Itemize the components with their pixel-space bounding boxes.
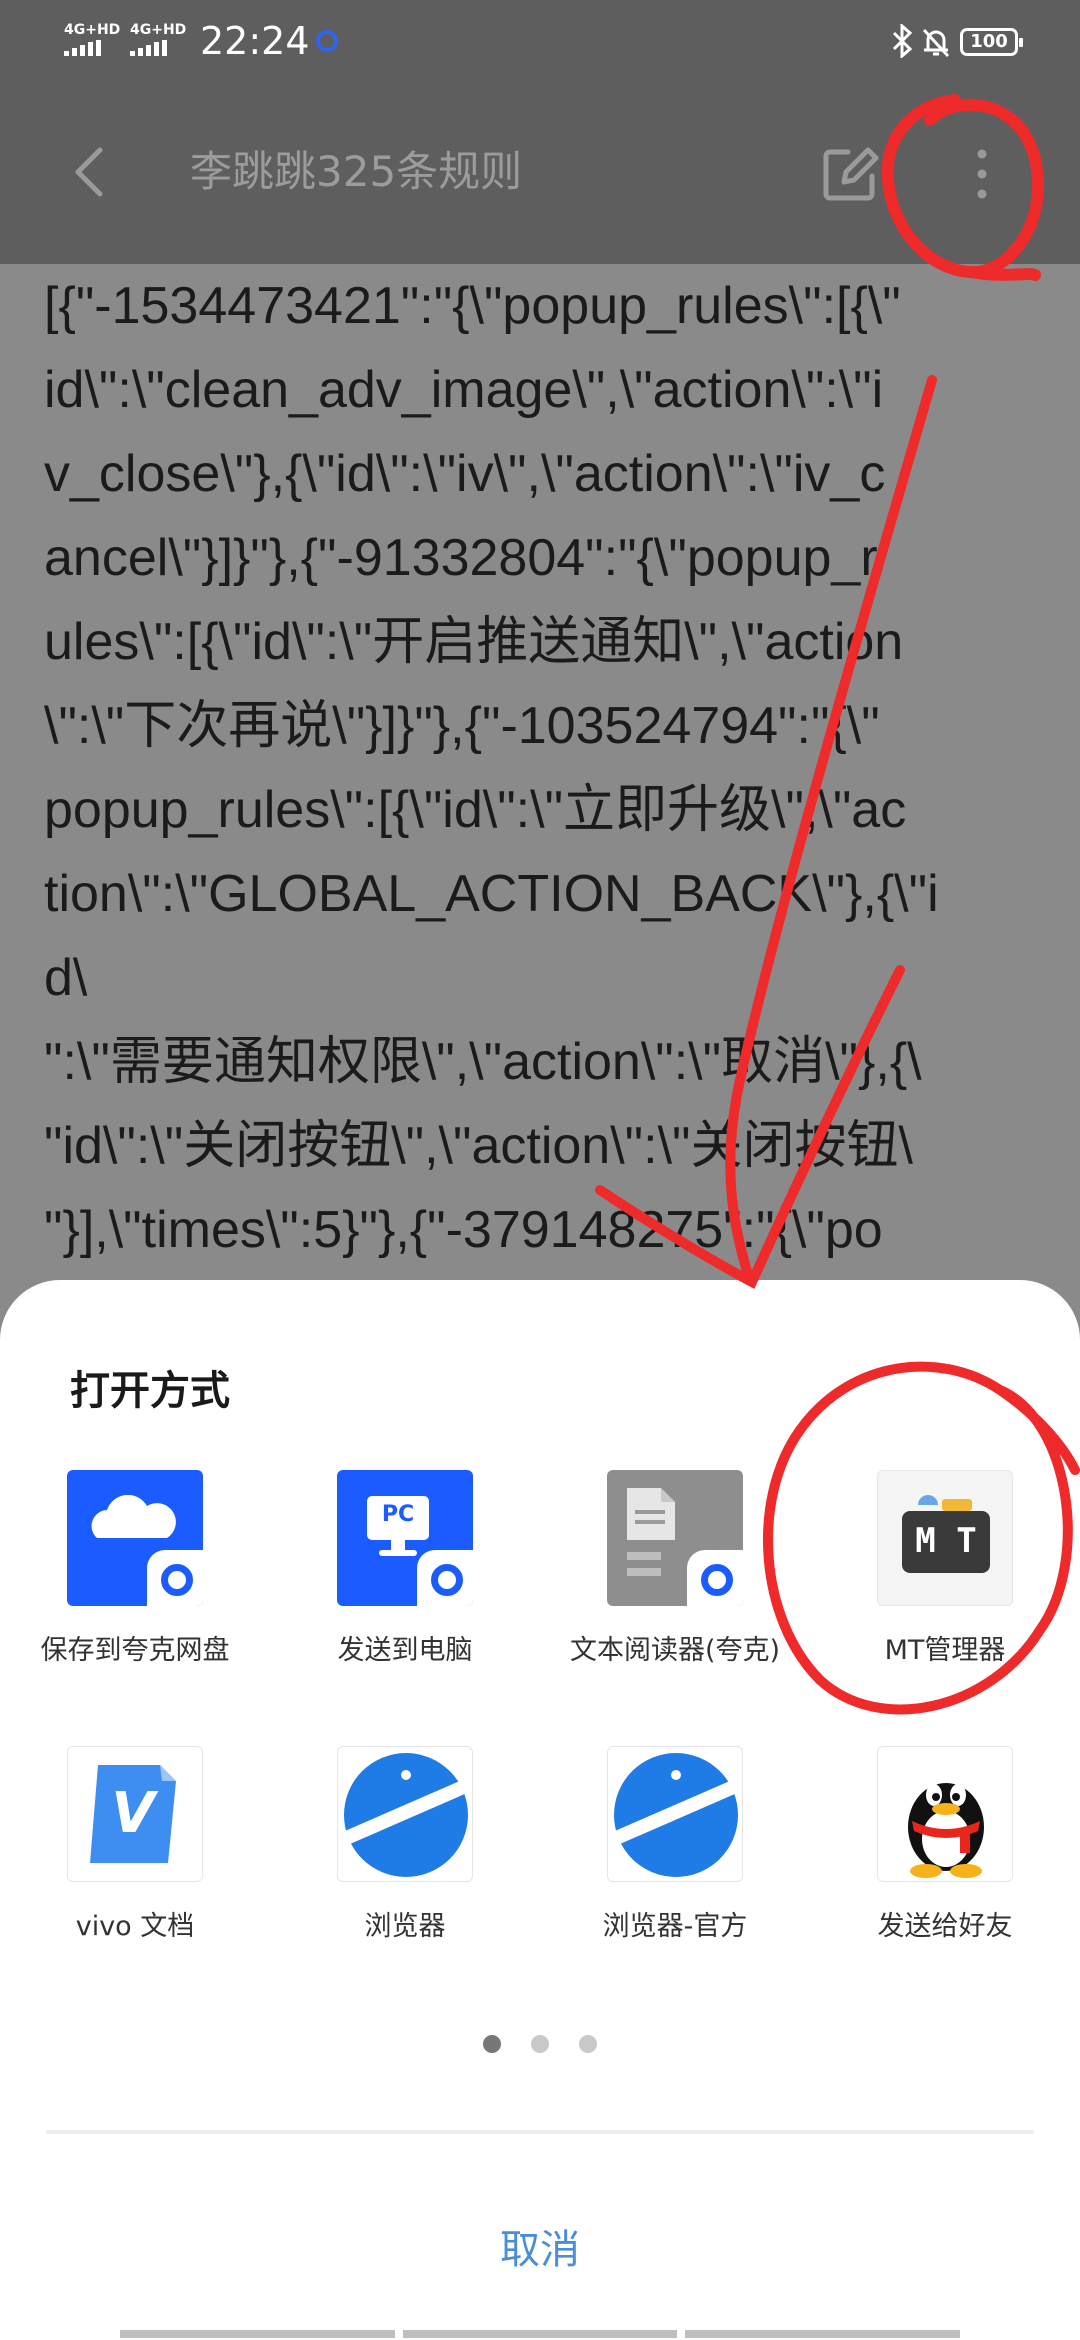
edit-icon[interactable] — [818, 142, 882, 206]
app-option-browser[interactable]: 浏览器 — [270, 1746, 540, 1944]
app-option-browser-official[interactable]: 浏览器-官方 — [540, 1746, 810, 1944]
sheet-title: 打开方式 — [70, 1368, 230, 1414]
page-dot[interactable] — [579, 2035, 597, 2053]
cloud-drive-icon — [67, 1470, 203, 1606]
network-type-2: 4G+HD — [130, 22, 187, 38]
signal-sim2-icon: 4G+HD — [130, 22, 186, 56]
vivo-docs-icon: V — [67, 1746, 203, 1882]
text-line: ules\":[{\"id\":\"开启推送通知\",\"action — [44, 613, 904, 671]
location-indicator-icon — [316, 30, 338, 52]
text-line: tion\":\"GLOBAL_ACTION_BACK\"},{\"i — [44, 865, 939, 923]
bell-muted-icon — [922, 28, 950, 58]
back-button[interactable] — [62, 142, 122, 202]
pc-glyph: PC — [381, 1502, 415, 1527]
text-line: ancel\"}]}"},{"-91332804":"{\"popup_r — [44, 529, 878, 587]
text-line: "id\":\"关闭按钮\",\"action\":\"关闭按钮\ — [44, 1117, 913, 1175]
page-dot[interactable] — [531, 2035, 549, 2053]
text-line: \":\"下次再说\"}]}"},{"-103524794":"{\" — [44, 697, 880, 755]
app-option-vivo-docs[interactable]: V vivo 文档 — [0, 1746, 270, 1944]
screen: 4G+HD 4G+HD 22:24 100 李跳跳325条规则 [{"-1534… — [0, 0, 1080, 2340]
text-reader-icon — [607, 1470, 743, 1606]
app-option-text-reader[interactable]: 文本阅读器(夸克) — [540, 1470, 810, 1668]
page-dot[interactable] — [483, 2035, 501, 2053]
text-line: "}],\"times\":5}"},{"-379148275":"{\"po — [44, 1201, 883, 1259]
app-option-send-to-pc[interactable]: PC 发送到电脑 — [270, 1470, 540, 1668]
browser-official-icon — [607, 1746, 743, 1882]
text-line: [{"-1534473421":"{\"popup_rules\":[{\" — [44, 277, 901, 335]
document-content[interactable]: [{"-1534473421":"{\"popup_rules\":[{\" i… — [0, 264, 1080, 1284]
mt-manager-icon: M T — [877, 1470, 1013, 1606]
network-type-1: 4G+HD — [64, 22, 121, 38]
text-line: popup_rules\":[{\"id\":\"立即升级\",\"ac — [44, 781, 907, 839]
open-with-sheet: 打开方式 保存到夸克网盘 PC 发送到电脑 文本阅读器(夸克) M T MT管理… — [0, 1280, 1080, 2340]
app-option-send-to-friend[interactable]: 发送给好友 — [810, 1746, 1080, 1944]
pc-send-icon: PC — [337, 1470, 473, 1606]
page-title: 李跳跳325条规则 — [190, 147, 523, 196]
page-indicator — [0, 2035, 1080, 2053]
bluetooth-icon — [892, 24, 913, 58]
qq-icon — [877, 1746, 1013, 1882]
vivo-docs-glyph: V — [111, 1781, 155, 1846]
gesture-bar — [120, 2330, 961, 2338]
mt-glyph: M T — [915, 1521, 977, 1561]
text-line: ":\"需要通知权限\",\"action\":\"取消\"},{\ — [44, 1033, 922, 1091]
clock: 22:24 — [200, 19, 310, 63]
more-options-icon[interactable] — [950, 142, 1014, 206]
text-line: v_close\"},{\"id\":\"iv\",\"action\":\"i… — [44, 445, 886, 503]
app-option-cloud-drive[interactable]: 保存到夸克网盘 — [0, 1470, 270, 1668]
document-text: [{"-1534473421":"{\"popup_rules\":[{\" i… — [44, 264, 1044, 1272]
signal-sim1-icon: 4G+HD — [64, 22, 120, 56]
status-bar: 4G+HD 4G+HD 22:24 100 — [0, 0, 1080, 84]
app-option-mt-manager[interactable]: M T MT管理器 — [810, 1470, 1080, 1668]
battery-indicator: 100 — [960, 28, 1023, 56]
cancel-button[interactable]: 取消 — [0, 2180, 1080, 2320]
text-line: d\ — [44, 949, 88, 1007]
app-header: 李跳跳325条规则 — [0, 84, 1080, 264]
divider — [46, 2130, 1034, 2134]
browser-icon — [337, 1746, 473, 1882]
text-line: id\":\"clean_adv_image\",\"action\":\"i — [44, 361, 884, 419]
